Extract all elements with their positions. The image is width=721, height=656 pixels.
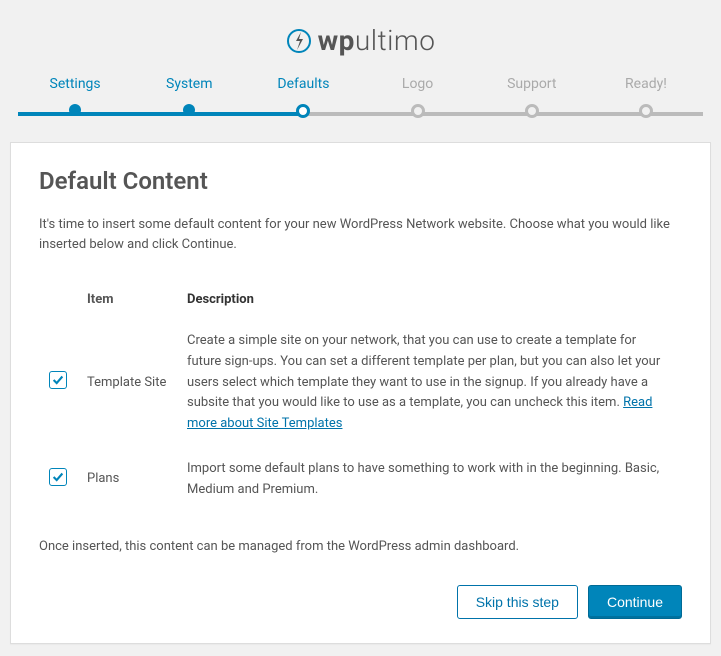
step-system[interactable]: System [132, 76, 246, 118]
step-defaults[interactable]: Defaults [246, 76, 360, 118]
step-dot-icon [69, 104, 81, 116]
step-support[interactable]: Support [475, 76, 589, 118]
step-dot-icon [183, 104, 195, 116]
step-dot-icon [525, 104, 539, 118]
template-site-checkbox[interactable] [49, 371, 67, 389]
outro-text: Once inserted, this content can be manag… [39, 537, 682, 558]
page-title: Default Content [39, 167, 682, 195]
plans-checkbox[interactable] [49, 468, 67, 486]
brand-logo: wpultimo [286, 24, 436, 57]
defaults-table: Item Description Template Site Create a … [39, 284, 682, 513]
brand-text: wpultimo [318, 24, 436, 57]
bolt-icon [286, 28, 312, 54]
step-dot-icon [411, 104, 425, 118]
check-icon [51, 470, 65, 484]
step-logo[interactable]: Logo [361, 76, 475, 118]
col-item: Item [77, 284, 177, 319]
intro-text: It's time to insert some default content… [39, 215, 682, 257]
table-row: Plans Import some default plans to have … [39, 447, 682, 513]
action-bar: Skip this step Continue [39, 585, 682, 619]
item-name: Plans [77, 447, 177, 513]
skip-button[interactable]: Skip this step [457, 585, 578, 619]
item-name: Template Site [77, 319, 177, 447]
setup-stepper: Settings System Defaults Logo Support Re… [18, 76, 703, 118]
check-icon [51, 373, 65, 387]
step-dot-icon [639, 104, 653, 118]
col-description: Description [177, 284, 682, 319]
content-card: Default Content It's time to insert some… [10, 142, 711, 645]
item-description: Create a simple site on your network, th… [177, 319, 682, 447]
step-ready[interactable]: Ready! [589, 76, 703, 118]
step-dot-icon [296, 104, 310, 118]
logo-area: wpultimo [0, 0, 721, 76]
item-description: Import some default plans to have someth… [177, 447, 682, 513]
continue-button[interactable]: Continue [588, 585, 682, 619]
table-row: Template Site Create a simple site on yo… [39, 319, 682, 447]
step-settings[interactable]: Settings [18, 76, 132, 118]
